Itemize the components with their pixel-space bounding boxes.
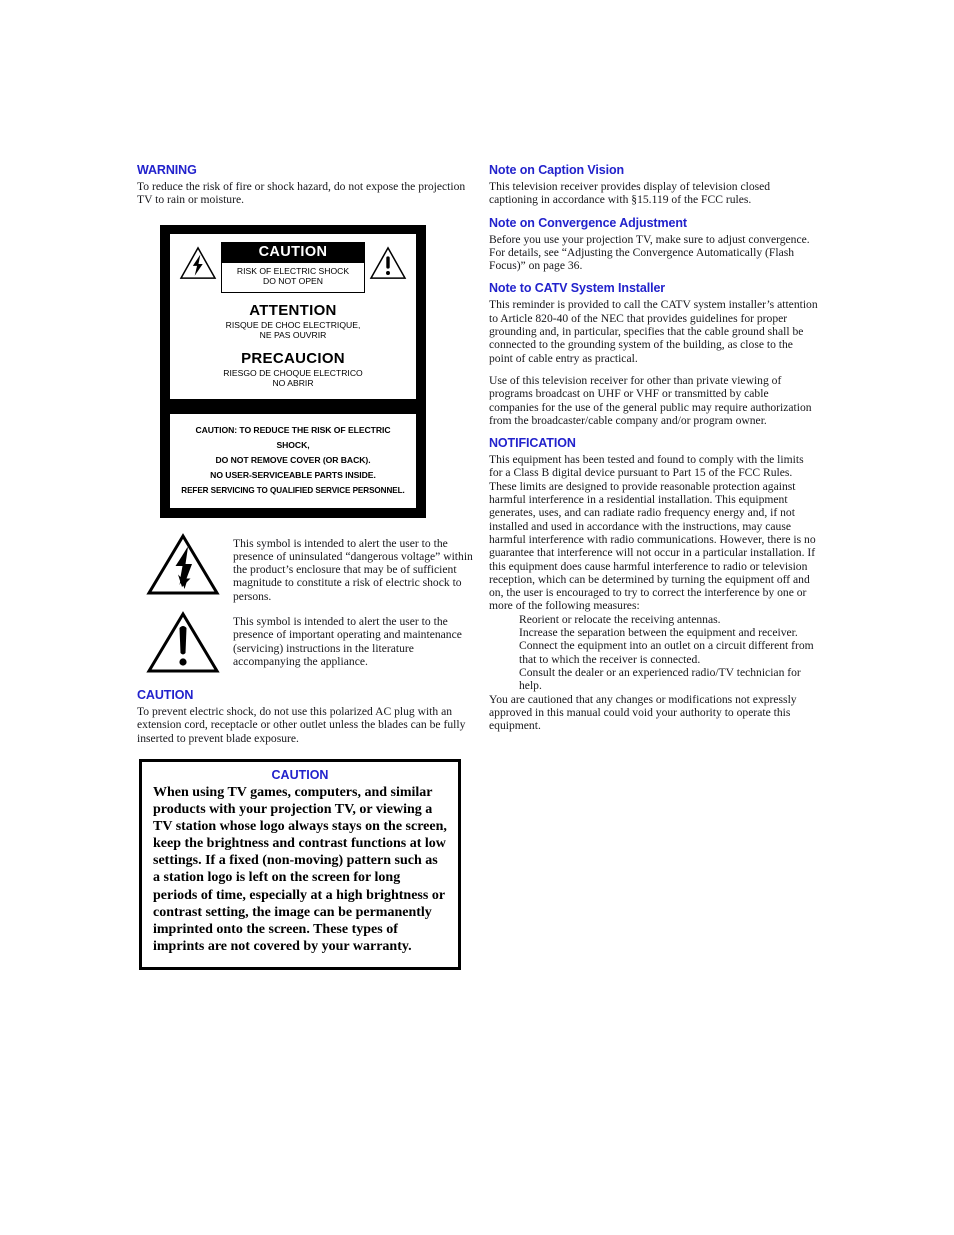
symbol-explanation-list: This symbol is intended to alert the use… (146, 532, 476, 675)
list-item: Reorient or relocate the receiving anten… (519, 612, 721, 626)
caution-body: To prevent electric shock, do not use th… (137, 705, 466, 745)
attention-sub-line-1: RISQUE DE CHOC ELECTRIQUE, (225, 319, 361, 330)
document-page: WARNING To reduce the risk of fire or sh… (0, 0, 954, 1235)
precaucion-sub-line-2: NO ABRIR (272, 378, 314, 389)
caution-bar-title: CAUTION (222, 242, 364, 263)
service-warning-line-1: CAUTION: TO REDUCE THE RISK OF ELECTRIC … (195, 424, 391, 450)
safety-label-graphic: CAUTION RISK OF ELECTRIC SHOCK DO NOT OP… (160, 224, 426, 518)
right-column: Note on Caption Vision This television r… (489, 163, 819, 741)
caution-core-label: CAUTION RISK OF ELECTRIC SHOCK DO NOT OP… (221, 241, 365, 293)
symbol-explanation-row: This symbol is intended to alert the use… (146, 532, 476, 603)
safety-label-triangle-row: CAUTION RISK OF ELECTRIC SHOCK DO NOT OP… (176, 241, 410, 293)
safety-label-upper-block: CAUTION RISK OF ELECTRIC SHOCK DO NOT OP… (160, 224, 426, 409)
symbol-explanation-row: This symbol is intended to alert the use… (146, 611, 476, 675)
notification-body-2: You are cautioned that any changes or mo… (489, 692, 797, 733)
warning-body: To reduce the risk of fire or shock haza… (137, 180, 466, 207)
left-column: WARNING To reduce the risk of fire or sh… (137, 163, 473, 970)
precaucion-title: PRECAUCION (241, 349, 345, 367)
caution-bar-subtext: RISK OF ELECTRIC SHOCK DO NOT OPEN (222, 262, 364, 292)
symbol-explanation-text: This symbol is intended to alert the use… (233, 615, 462, 668)
notification-body-1: This equipment has been tested and found… (489, 453, 816, 613)
convergence-body: Before you use your projection TV, make … (489, 232, 810, 273)
caption-vision-heading: Note on Caption Vision (489, 163, 625, 177)
service-warning-line-4: REFER SERVICING TO QUALIFIED SERVICE PER… (181, 485, 405, 495)
exclamation-triangle-icon (369, 245, 407, 279)
precaucion-sub-line-1: RIESGO DE CHOQUE ELECTRICO (223, 367, 363, 378)
catv-body-2: Use of this television receiver for othe… (489, 373, 812, 427)
service-warning-panel: CAUTION: TO REDUCE THE RISK OF ELECTRIC … (170, 413, 416, 508)
service-warning-line-3: NO USER-SERVICEABLE PARTS INSIDE. (210, 469, 376, 480)
list-item: Connect the equipment into an outlet on … (519, 639, 814, 666)
catv-heading: Note to CATV System Installer (489, 281, 666, 296)
caution-callout-title: CAUTION (271, 767, 329, 782)
service-warning-line-2: DO NOT REMOVE COVER (OR BACK). (215, 454, 371, 465)
symbol-explanation-text: This symbol is intended to alert the use… (233, 536, 473, 603)
notification-heading: NOTIFICATION (489, 436, 576, 451)
caution-heading: CAUTION (137, 688, 194, 703)
caution-sub-line-2: DO NOT OPEN (262, 276, 323, 287)
attention-subtext: RISQUE DE CHOC ELECTRIQUE, NE PAS OUVRIR (176, 320, 410, 341)
lightning-bolt-triangle-icon (179, 245, 217, 279)
attention-title: ATTENTION (249, 301, 337, 319)
warning-heading: WARNING (137, 163, 197, 177)
convergence-heading: Note on Convergence Adjustment (489, 215, 687, 230)
exclamation-triangle-icon (146, 611, 220, 673)
catv-body-1: This reminder is provided to call the CA… (489, 298, 818, 365)
list-item: Increase the separation between the equi… (519, 626, 798, 640)
notification-measures-list: Reorient or relocate the receiving anten… (489, 613, 819, 693)
caution-callout-body: When using TV games, computers, and simi… (153, 784, 447, 954)
caution-callout-box: CAUTION When using TV games, computers, … (139, 758, 461, 970)
lightning-bolt-triangle-icon (146, 532, 220, 595)
caption-vision-body: This television receiver provides displa… (489, 180, 771, 207)
safety-label-upper-inner: CAUTION RISK OF ELECTRIC SHOCK DO NOT OP… (170, 233, 416, 399)
precaucion-subtext: RIESGO DE CHOQUE ELECTRICO NO ABRIR (176, 368, 410, 389)
list-item: Consult the dealer or an experienced rad… (519, 665, 801, 693)
attention-sub-line-2: NE PAS OUVRIR (259, 330, 327, 341)
safety-label-lower-block: CAUTION: TO REDUCE THE RISK OF ELECTRIC … (160, 413, 426, 518)
caution-sub-line-1: RISK OF ELECTRIC SHOCK (236, 265, 350, 276)
